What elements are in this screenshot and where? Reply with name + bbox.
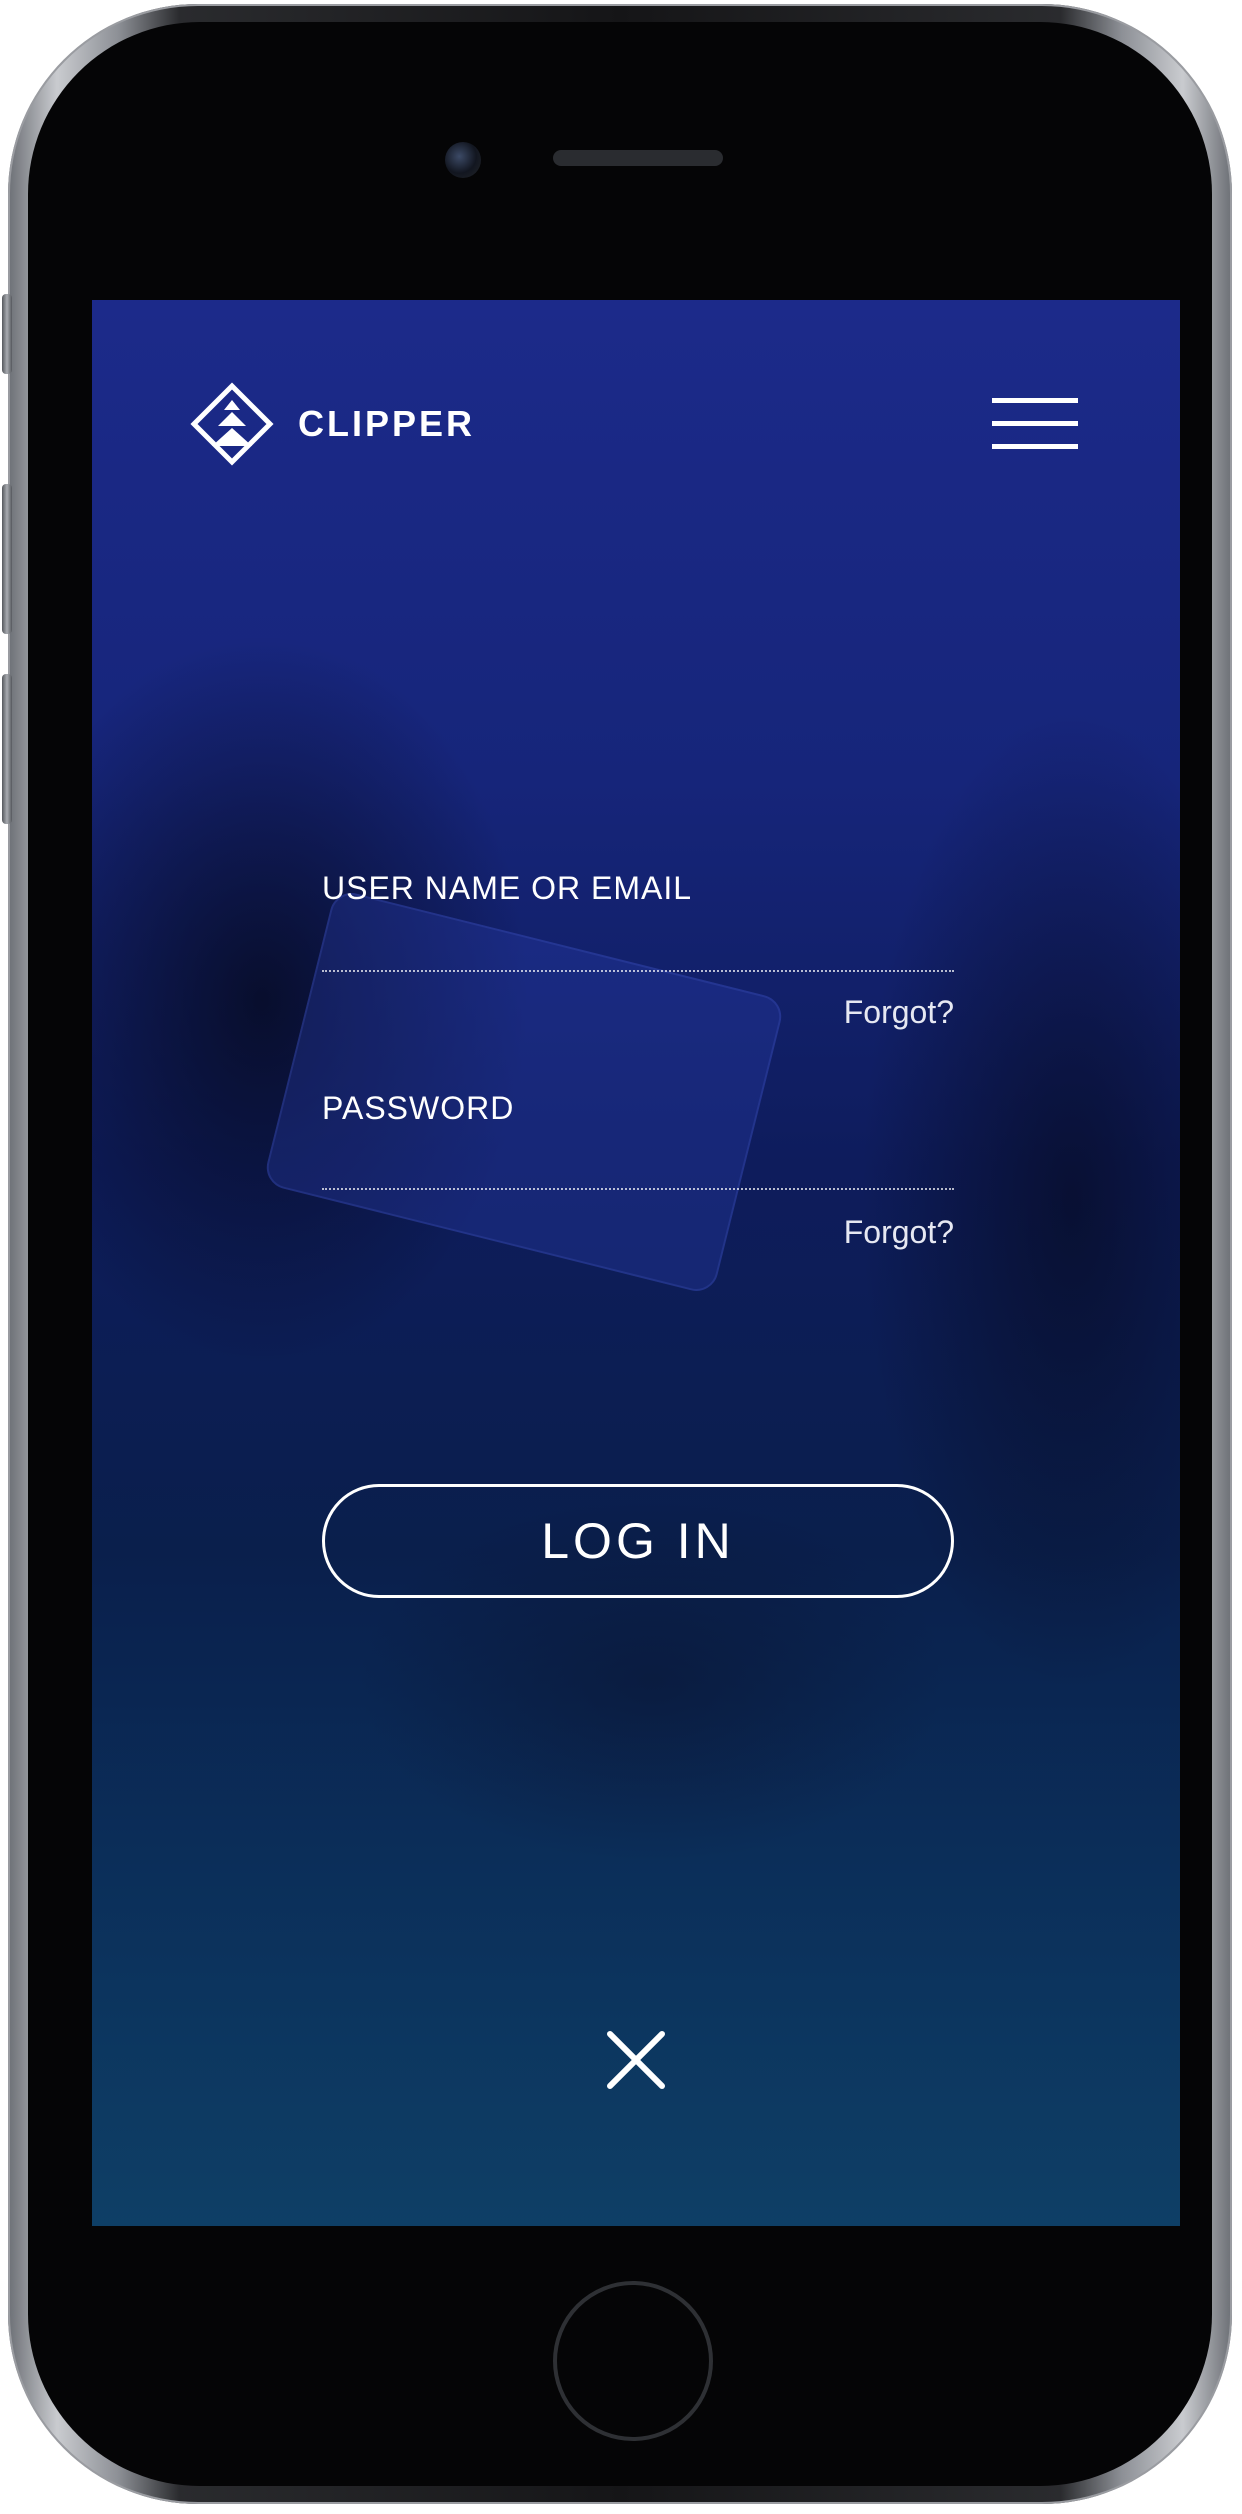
close-icon[interactable] [604, 2028, 668, 2092]
app-logo[interactable]: CLIPPER [190, 382, 475, 466]
forgot-password-link[interactable]: Forgot? [844, 1214, 954, 1251]
home-button[interactable] [553, 2281, 713, 2441]
username-input[interactable] [322, 926, 954, 972]
password-label: PASSWORD [322, 1090, 515, 1126]
login-button[interactable]: LOG IN [322, 1484, 954, 1598]
hamburger-menu-icon[interactable] [992, 398, 1078, 449]
app-screen: CLIPPER USER NAME OR EMAIL Forgot? PASSW… [92, 300, 1180, 2226]
volume-up-button [2, 484, 12, 634]
clipper-logo-icon [190, 382, 274, 466]
username-label: USER NAME OR EMAIL [322, 870, 693, 906]
menu-line [992, 444, 1078, 449]
app-name: CLIPPER [298, 403, 476, 444]
phone-device: CLIPPER USER NAME OR EMAIL Forgot? PASSW… [2, 4, 1232, 2504]
app-header: CLIPPER [92, 300, 1180, 500]
earpiece-speaker [553, 150, 723, 166]
silent-switch [2, 294, 12, 374]
password-input[interactable] [322, 1144, 954, 1190]
volume-down-button [2, 674, 12, 824]
menu-line [992, 421, 1078, 426]
forgot-username-link[interactable]: Forgot? [844, 994, 954, 1031]
menu-line [992, 398, 1078, 403]
front-camera [445, 142, 481, 178]
